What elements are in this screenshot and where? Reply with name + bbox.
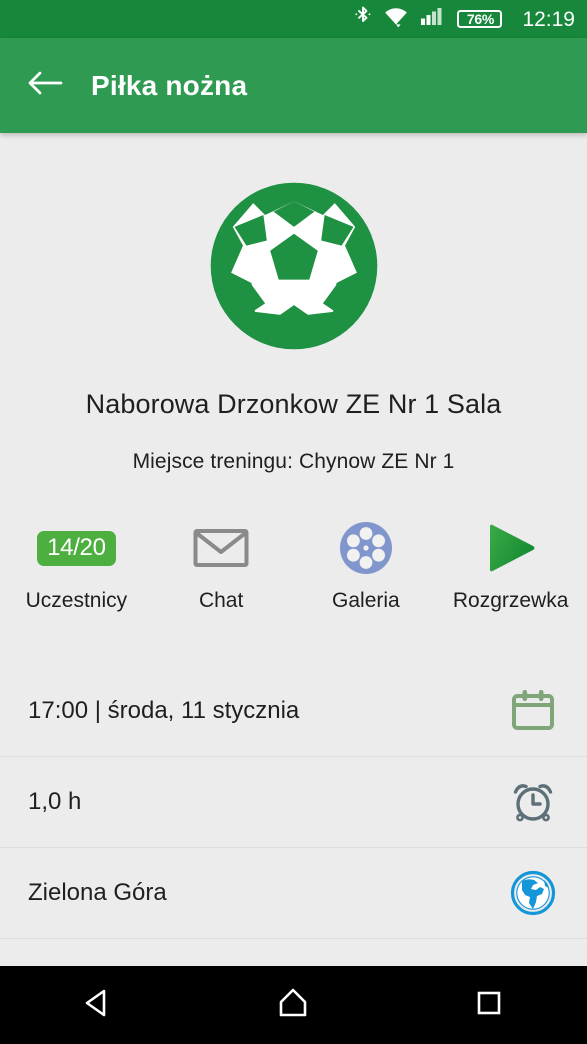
- back-button[interactable]: [15, 56, 75, 116]
- nav-back-icon: [81, 986, 115, 1025]
- detail-location-label: Zielona Góra: [28, 879, 167, 906]
- status-bar-icons: 76% 12:19: [354, 5, 575, 34]
- action-warmup-label: Rozgrzewka: [452, 589, 569, 612]
- nav-recents-button[interactable]: [444, 975, 534, 1035]
- envelope-icon: [193, 520, 249, 576]
- android-nav-bar: [0, 966, 587, 1044]
- action-participants[interactable]: 14/20 Uczestnicy: [4, 520, 149, 613]
- event-subtitle: Miejsce treningu: Chynow ZE Nr 1: [132, 450, 455, 473]
- action-chat[interactable]: Chat: [149, 520, 294, 613]
- detail-datetime-label: 17:00 | środa, 11 stycznia: [28, 696, 300, 724]
- detail-row-location[interactable]: Zielona Góra: [0, 847, 587, 938]
- calendar-icon: [507, 685, 559, 737]
- status-bar: 76% 12:19: [0, 0, 587, 38]
- phone-screen: 76% 12:19 Piłka nożna Naborowa Drzonkow …: [0, 0, 587, 1044]
- back-arrow-icon: [27, 69, 63, 102]
- nav-home-button[interactable]: [248, 975, 338, 1035]
- play-triangle-icon: [483, 520, 539, 576]
- participants-badge-label: 14/20: [37, 530, 116, 566]
- soccer-ball-icon: [209, 181, 379, 356]
- nav-home-icon: [276, 986, 310, 1025]
- action-gallery-label: Galeria: [332, 589, 400, 612]
- page-title: Piłka nożna: [91, 69, 248, 101]
- action-participants-label: Uczestnicy: [25, 589, 128, 612]
- nav-recents-icon: [472, 986, 506, 1025]
- action-gallery[interactable]: Galeria: [294, 520, 439, 613]
- detail-duration-label: 1,0 h: [28, 788, 82, 815]
- event-title: Naborowa Drzonkow ZE Nr 1 Sala: [85, 389, 502, 419]
- film-reel-icon: [338, 520, 394, 576]
- event-logo: [0, 133, 587, 356]
- nav-back-button[interactable]: [53, 975, 143, 1035]
- action-chat-label: Chat: [198, 589, 244, 612]
- action-warmup[interactable]: Rozgrzewka: [438, 520, 583, 613]
- participants-count-badge: 14/20: [37, 520, 116, 576]
- main-content: Naborowa Drzonkow ZE Nr 1 Sala Miejsce t…: [0, 133, 587, 1044]
- alarm-clock-icon: [507, 776, 559, 828]
- battery-icon: 76%: [457, 7, 503, 31]
- app-bar: Piłka nożna: [0, 38, 587, 133]
- detail-row-duration[interactable]: 1,0 h: [0, 756, 587, 847]
- bluetooth-icon: [354, 5, 372, 34]
- wifi-icon: [383, 5, 409, 34]
- action-row: 14/20 Uczestnicy Chat Galeria Rozgrzewka: [0, 520, 587, 613]
- battery-percent-label: 76%: [466, 11, 494, 27]
- detail-row-datetime[interactable]: 17:00 | środa, 11 stycznia: [0, 665, 587, 756]
- cellular-signal-icon: [420, 5, 442, 34]
- globe-icon: [507, 867, 559, 919]
- status-bar-clock: 12:19: [522, 7, 575, 31]
